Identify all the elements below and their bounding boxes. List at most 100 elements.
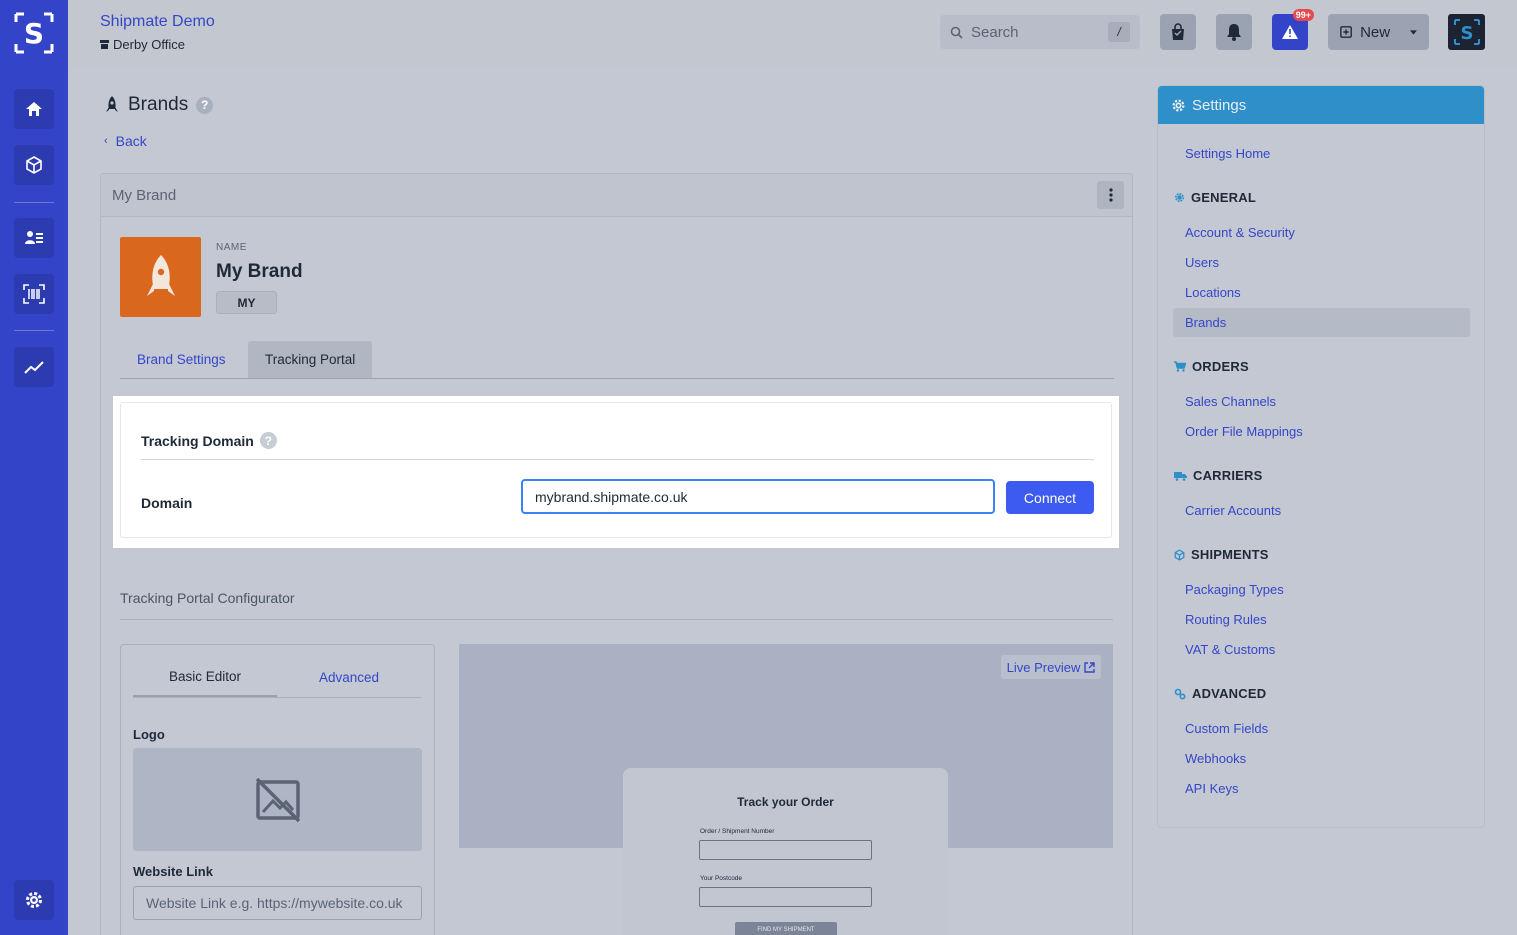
brand-logo[interactable] [120,237,201,317]
plus-square-icon [1340,26,1352,38]
help-icon[interactable]: ? [196,96,214,114]
preview-field-label: Order / Shipment Number [700,828,775,835]
settings-home-link[interactable]: Settings Home [1185,146,1270,161]
configurator-title: Tracking Portal Configurator [120,590,295,606]
home-icon [26,102,42,116]
sidebar-item-custom-fields[interactable]: Custom Fields [1185,721,1268,736]
shipments-nav-button[interactable] [14,145,54,185]
sidebar-item-vat-customs[interactable]: VAT & Customs [1185,642,1275,657]
live-preview-label: Live Preview [1006,659,1081,675]
package-icon [26,156,42,174]
search-icon [950,26,963,39]
sidebar-item-api-keys[interactable]: API Keys [1185,781,1238,796]
website-link-input[interactable] [133,886,422,920]
section-carriers: CARRIERS [1174,468,1263,483]
sidebar-item-webhooks[interactable]: Webhooks [1185,751,1246,766]
location-label: Derby Office [113,37,186,52]
tracking-domain-highlight: Tracking Domain ? Domain Connect [113,396,1119,548]
back-label: Back [115,133,147,149]
rocket-icon [146,255,175,296]
page-title-text: Brands [128,94,189,115]
shipmate-avatar-icon: S [1453,19,1480,45]
preview-find-button: FIND MY SHIPMENT [735,922,837,935]
account-avatar[interactable]: S [1448,14,1485,50]
organisation-name[interactable]: Shipmate Demo [100,13,215,31]
divider [133,697,422,698]
settings-panel: Settings Settings Home GENERAL Account &… [1157,85,1485,828]
section-general: GENERAL [1174,190,1256,205]
sidebar-item-order-file-mappings[interactable]: Order File Mappings [1185,424,1303,439]
sidebar-item-carrier-accounts[interactable]: Carrier Accounts [1185,503,1281,518]
svg-text:S: S [1460,23,1473,44]
preview-title: Track your Order [737,795,834,809]
alerts-button[interactable]: 99+ [1272,9,1314,50]
divider [141,459,1094,460]
help-icon[interactable]: ? [259,432,277,449]
sidebar-item-users[interactable]: Users [1185,255,1219,270]
rail-divider [14,330,54,331]
section-title: CARRIERS [1193,468,1263,483]
back-link[interactable]: ‹ Back [104,133,147,149]
logo-upload-area[interactable] [133,748,422,851]
sidebar-item-routing-rules[interactable]: Routing Rules [1185,612,1267,627]
live-preview-button[interactable]: Live Preview [1001,655,1101,679]
brand-name-label: NAME [216,242,247,253]
gear-icon [1174,192,1185,203]
sidebar-item-sales-channels[interactable]: Sales Channels [1185,394,1276,409]
tab-tracking-portal[interactable]: Tracking Portal [248,341,373,378]
preview-postcode-input [699,887,872,907]
tracking-domain-title-text: Tracking Domain [141,432,254,449]
preview-field-label: Your Postcode [700,875,743,882]
brand-code-badge: MY [216,291,277,314]
page-title: Brands ? [104,94,214,116]
scan-nav-button[interactable] [14,274,54,314]
search-box[interactable]: Search / [940,15,1140,49]
tab-basic-editor[interactable]: Basic Editor [133,657,277,698]
warning-icon [1282,25,1298,39]
new-button[interactable]: New [1328,14,1429,50]
section-title: SHIPMENTS [1191,547,1269,562]
brand-tabs: Brand Settings Tracking Portal [120,341,1114,379]
rail-divider [14,202,54,203]
reports-nav-button[interactable] [14,347,54,387]
section-title: ORDERS [1192,359,1249,374]
more-options-button[interactable] [1097,181,1124,209]
left-rail: S [0,0,68,935]
tracking-domain-panel: Tracking Domain ? Domain Connect [120,402,1112,538]
cart-icon [1174,361,1186,372]
top-bar: Shipmate Demo Derby Office Search / 99+ … [68,0,1517,66]
home-nav-button[interactable] [14,89,54,129]
shopping-bag-icon [1172,23,1184,40]
bell-icon [1227,24,1241,41]
search-shortcut-key: / [1108,22,1130,42]
brand-card-title: My Brand [112,186,177,204]
notifications-button[interactable] [1216,14,1252,50]
external-link-icon [1084,661,1096,673]
logo-label: Logo [133,727,165,742]
settings-nav-button[interactable] [14,880,54,920]
domain-label: Domain [141,495,193,511]
website-link-label: Website Link [133,864,213,879]
settings-title: Settings [1192,96,1247,114]
section-orders: ORDERS [1174,359,1249,374]
sidebar-item-account-security[interactable]: Account & Security [1185,225,1295,240]
section-advanced: ADVANCED [1174,686,1266,701]
domain-input[interactable] [521,479,995,514]
rocket-icon [106,96,118,112]
contacts-nav-button[interactable] [14,218,54,258]
organisation-location[interactable]: Derby Office [100,37,185,52]
cogs-icon [1174,688,1186,700]
sidebar-item-packaging-types[interactable]: Packaging Types [1185,582,1284,597]
sidebar-item-brands[interactable]: Brands [1185,315,1226,330]
sidebar-item-locations[interactable]: Locations [1185,285,1241,300]
tab-brand-settings[interactable]: Brand Settings [120,341,243,378]
orders-bag-button[interactable] [1160,14,1196,50]
shipmate-logo-icon[interactable]: S [14,12,54,54]
connect-button[interactable]: Connect [1006,481,1094,514]
no-image-icon [255,777,300,822]
settings-header: Settings [1158,86,1484,124]
kebab-menu-icon [1108,188,1113,202]
section-title: ADVANCED [1192,686,1267,701]
preview-order-input [699,840,872,860]
tab-advanced[interactable]: Advanced [277,657,421,698]
